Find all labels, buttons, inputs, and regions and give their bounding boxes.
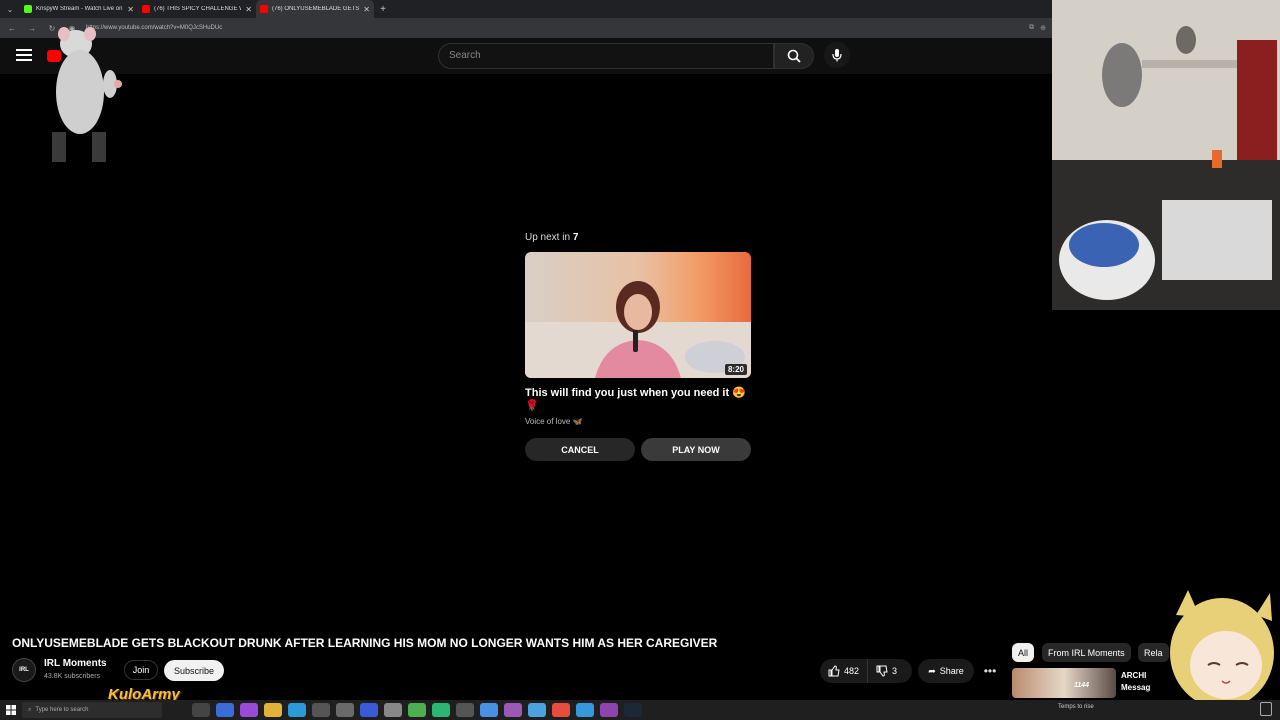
join-button[interactable]: Join [124,660,158,680]
chrome-icon[interactable] [528,703,546,717]
app-icon-4[interactable] [312,703,330,717]
browser-tab-kick[interactable]: KrispyW Stream - Watch Live on K ✕ [20,0,138,18]
app-icon-13[interactable] [552,703,570,717]
webcam-feed [1052,0,1280,310]
up-next-channel: Voice of love 🦋 [525,417,583,426]
taskbar-search-placeholder: Type here to search [35,707,89,713]
subscribe-button[interactable]: Subscribe [164,660,224,681]
taskbar-apps [192,703,642,717]
more-actions-icon[interactable]: ••• [980,659,1000,683]
dancing-rat-overlay [52,27,122,162]
back-icon[interactable]: ← [6,24,18,33]
app-icon-10[interactable] [456,703,474,717]
app-icon-6[interactable] [360,703,378,717]
app-icon-11[interactable] [480,703,498,717]
sidebar-video-thumbnail[interactable]: 1144 [1012,668,1116,698]
search-icon [787,49,801,63]
taskbar-weather[interactable]: Temps to rise [1058,704,1094,710]
app-icon-8[interactable] [408,703,426,717]
webcam-room-image [1052,0,1280,310]
app-icon-1[interactable] [216,703,234,717]
notification-icon[interactable] [1260,702,1272,716]
app-icon-7[interactable] [384,703,402,717]
sidebar-thumb-badge: 1144 [1074,682,1090,689]
sidebar-title-line2: Messag [1121,683,1151,692]
search-icon: ⌕ [28,706,32,713]
tab-title: (76) THIS SPICY CHALLENGE WITH [154,6,241,12]
install-icon[interactable]: ⧉ [1029,24,1034,32]
menu-icon[interactable] [16,49,32,63]
cancel-button[interactable]: CANCEL [525,438,635,461]
like-button[interactable]: 482 [820,659,869,683]
subscriber-count: 43.8K subscribers [44,673,101,680]
task-view-icon[interactable] [192,703,210,717]
app-icon-5[interactable] [336,703,354,717]
tab-title: (76) ONLYUSEMEBLADE GETS [272,6,360,12]
dislike-count: 3 [892,666,898,676]
app-icon-15[interactable] [600,703,618,717]
microphone-icon [832,49,842,62]
search-input[interactable]: Search [438,43,774,69]
like-dislike-group: 482 3 [820,659,912,683]
share-label: Share [939,666,964,676]
sidebar-title-line1: ARCHI [1121,671,1147,680]
url-field[interactable]: https://www.youtube.com/watch?v=M0QJcSHu… [86,25,1021,31]
zoom-icon[interactable]: ⊕ [1040,24,1046,32]
search-button[interactable] [774,43,814,69]
voice-search-button[interactable] [824,42,850,68]
windows-taskbar: ⌕ Type here to search [0,700,1280,720]
browser-tab-bar: ⌄ KrispyW Stream - Watch Live on K ✕ (76… [0,0,1052,18]
thumbs-down-icon [876,665,888,677]
up-next-thumbnail-image [525,281,751,378]
up-next-actions: CANCEL PLAY NOW [525,438,751,461]
browser-tab-youtube-2[interactable]: (76) ONLYUSEMEBLADE GETS ✕ [256,0,374,18]
play-now-button[interactable]: PLAY NOW [641,438,751,461]
app-icon-14[interactable] [576,703,594,717]
close-tab-icon[interactable]: ✕ [363,5,370,14]
kick-favicon-icon [24,5,32,13]
url-actions: ⧉ ⊕ [1029,24,1046,32]
up-next-card: Up next in 7 8:20 This will find you jus… [525,232,751,461]
up-next-title[interactable]: This will find you just when you need it… [525,386,751,412]
up-next-countdown: 7 [572,232,579,243]
close-tab-icon[interactable]: ✕ [245,5,252,14]
youtube-header: Search [0,38,1052,74]
steam-icon[interactable] [624,703,642,717]
video-duration: 8:20 [724,364,747,375]
up-next-prefix: Up next in [525,232,573,243]
thumbs-up-icon [828,665,840,677]
share-button[interactable]: ➦ Share [918,659,974,683]
like-count: 482 [844,666,860,676]
up-next-label: Up next in 7 [525,232,751,246]
video-title: ONLYUSEMEBLADE GETS BLACKOUT DRUNK AFTER… [12,636,718,650]
dislike-button[interactable]: 3 [868,659,905,683]
address-bar: ← → ↻ ◉ https://www.youtube.com/watch?v=… [0,18,1052,38]
app-icon-2[interactable] [240,703,258,717]
chip-all[interactable]: All [1012,643,1035,662]
file-explorer-icon[interactable] [264,703,282,717]
channel-avatar[interactable]: IRL [12,658,36,682]
tab-search-icon[interactable]: ⌄ [0,0,20,18]
app-icon-9[interactable] [432,703,450,717]
chip-from-irl-moments[interactable]: From IRL Moments [1042,643,1131,662]
channel-name[interactable]: IRL Moments [44,658,107,669]
app-icon-3[interactable] [288,703,306,717]
windows-logo-icon [6,705,16,715]
up-next-thumbnail[interactable]: 8:20 [525,252,751,378]
youtube-favicon-icon [260,5,268,13]
youtube-favicon-icon [142,5,150,13]
new-tab-icon[interactable]: + [374,4,392,15]
close-tab-icon[interactable]: ✕ [127,5,134,14]
sidebar-video-title[interactable]: ARCHI Messag [1121,670,1150,694]
tab-title: KrispyW Stream - Watch Live on K [36,6,124,12]
share-icon: ➦ [928,665,936,676]
taskbar-search-input[interactable]: ⌕ Type here to search [22,702,162,718]
browser-tab-youtube-1[interactable]: (76) THIS SPICY CHALLENGE WITH ✕ [138,0,256,18]
app-icon-12[interactable] [504,703,522,717]
start-button[interactable] [0,700,22,720]
